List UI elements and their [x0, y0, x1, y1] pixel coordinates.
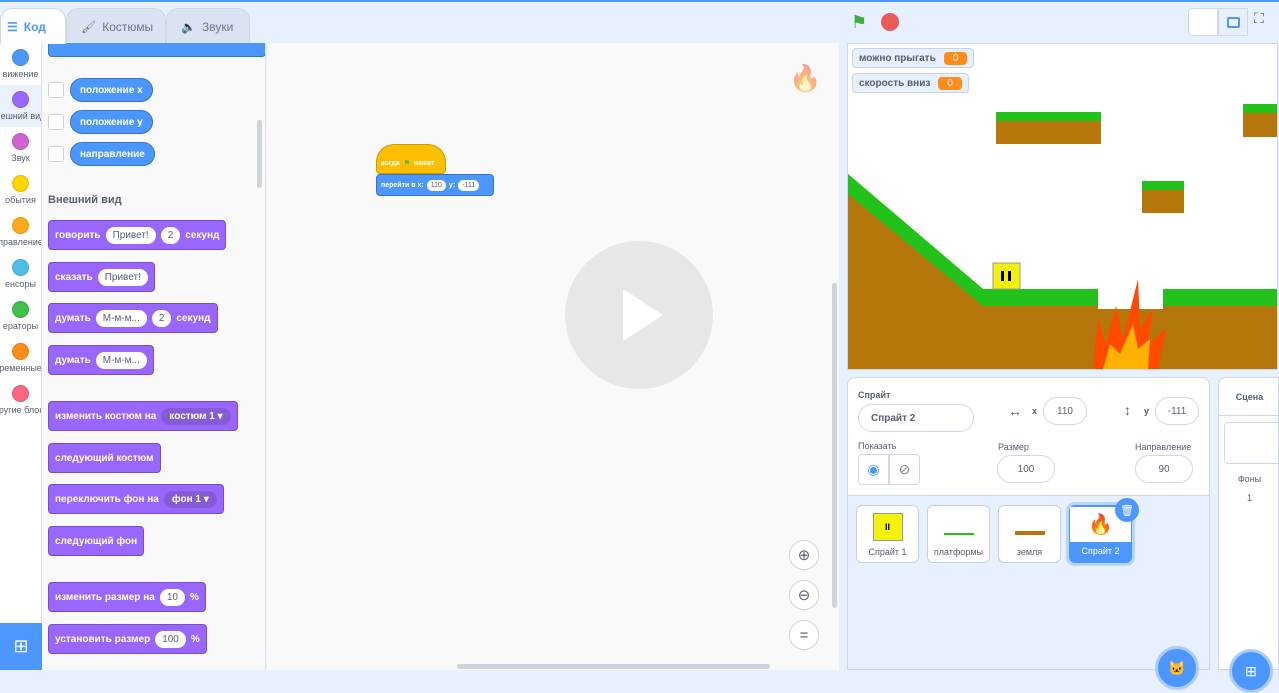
sprite-tile[interactable]: платформы [927, 505, 990, 563]
category-5[interactable]: енсоры [0, 253, 41, 295]
sprite-list: II Спрайт 1 платформы земля 🔥 Спрайт 2 🗑 🐱 [847, 496, 1210, 690]
direction-input[interactable]: 90 [1135, 455, 1193, 483]
sprite-name-input[interactable]: Спрайт 2 [858, 404, 974, 432]
y-input[interactable]: -111 [1155, 397, 1199, 425]
y-position-checkbox[interactable] [48, 114, 64, 130]
switch-costume-block[interactable]: изменить костюм на костюм 1 ▾ [48, 401, 238, 431]
switch-backdrop-block[interactable]: переключить фон на фон 1 ▾ [48, 484, 224, 514]
normal-stage-button[interactable] [1218, 8, 1248, 36]
code-area[interactable]: когда ⚑ нажат перейти в x: 110 y: -111 🔥 ⊕ ⊖ … [267, 43, 839, 670]
direction-checkbox[interactable] [48, 146, 64, 162]
palette-scrollbar[interactable] [257, 120, 262, 188]
think-for-secs-block[interactable]: думать М-м-м... 2 секунд [48, 303, 218, 333]
category-0[interactable]: вижение [0, 43, 41, 85]
sprite-thumbnail: II [872, 513, 903, 541]
stage-canvas[interactable]: можно прыгать 0 скорость вниз 0 [847, 43, 1278, 370]
horizontal-scrollbar[interactable] [457, 664, 770, 669]
sprite-tile[interactable]: земля [998, 505, 1061, 563]
category-dot-icon [12, 259, 29, 276]
size-input[interactable]: 100 [997, 455, 1055, 483]
category-8[interactable]: Другие блоки [0, 379, 41, 421]
next-backdrop-block[interactable]: следующий фон [48, 526, 145, 556]
x-position-reporter[interactable]: положение x [70, 78, 153, 102]
sprite-thumbnail [1014, 521, 1045, 535]
hide-eye-button[interactable]: ⊘ [889, 454, 920, 485]
choose-backdrop-button[interactable]: ⊞ [1229, 649, 1273, 693]
motion-block-partial[interactable] [48, 43, 265, 57]
category-3[interactable]: обытия [0, 169, 41, 211]
when-flag-clicked-block[interactable]: когда ⚑ нажат [376, 144, 446, 174]
go-to-xy-block[interactable]: перейти в x: 110 y: -111 [376, 174, 494, 196]
category-2[interactable]: Звук [0, 127, 41, 169]
stop-button[interactable] [881, 13, 899, 31]
zoom-in-button[interactable]: ⊕ [789, 540, 819, 570]
x-arrows-icon: ↔ [1008, 403, 1022, 419]
top-bar [0, 0, 1279, 2]
next-costume-block[interactable]: следующий костюм [48, 443, 161, 473]
category-1[interactable]: нешний вид [0, 85, 41, 127]
tab-sounds[interactable]: 🔈 Звуки [166, 8, 250, 44]
fullscreen-button[interactable]: ⛶ [1254, 10, 1264, 27]
zoom-out-button[interactable]: ⊖ [789, 580, 819, 610]
play-overlay-icon [565, 241, 713, 389]
category-7[interactable]: ременные [0, 337, 41, 379]
category-6[interactable]: ераторы [0, 295, 41, 337]
brush-icon: 🖌 [81, 19, 97, 34]
change-size-block[interactable]: изменить размер на 10% [48, 582, 206, 612]
variable-monitor-fall-speed[interactable]: скорость вниз 0 [852, 73, 969, 93]
direction-reporter[interactable]: направление [70, 142, 155, 166]
stage-thumbnail[interactable] [1224, 422, 1279, 464]
zoom-reset-button[interactable]: = [789, 620, 819, 650]
code-icon: ☰ [7, 19, 18, 34]
add-extension-button[interactable]: ⊞ [0, 623, 42, 670]
category-dot-icon [12, 343, 29, 360]
player-sprite [992, 262, 1021, 290]
tab-costumes[interactable]: 🖌 Костюмы [66, 8, 166, 44]
y-position-reporter[interactable]: положение y [70, 110, 153, 134]
category-dot-icon [12, 91, 29, 108]
category-dot-icon [12, 49, 29, 66]
block-palette: положение x положение y направление Внеш… [42, 43, 266, 670]
category-menu: вижениенешний видЗвукобытияправлениеенсо… [0, 43, 42, 623]
category-dot-icon [12, 175, 29, 192]
stage-title: Сцена [1219, 378, 1279, 416]
sprite-thumbnail [943, 521, 974, 535]
choose-sprite-button[interactable]: 🐱 [1155, 646, 1199, 690]
think-block[interactable]: думать М-м-м... [48, 345, 154, 375]
sprite-tile[interactable]: II Спрайт 1 [856, 505, 919, 563]
delete-sprite-button[interactable]: 🗑 [1115, 498, 1139, 522]
category-dot-icon [12, 301, 29, 318]
category-dot-icon [12, 385, 29, 402]
sprite-label: Спрайт [858, 390, 891, 400]
show-eye-button[interactable]: ◉ [858, 454, 889, 485]
speaker-icon: 🔈 [181, 19, 196, 34]
y-arrows-icon: ↕ [1124, 402, 1131, 418]
category-dot-icon [12, 217, 29, 234]
sprite-thumbnail-icon: 🔥 [789, 63, 822, 93]
say-block[interactable]: сказать Привет! [48, 262, 155, 292]
green-flag-icon: ⚑ [403, 160, 410, 167]
vertical-scrollbar[interactable] [832, 283, 837, 608]
green-flag-button[interactable]: ⚑ [851, 12, 871, 32]
stage-panel[interactable]: Сцена Фоны 1 ⊞ [1218, 377, 1279, 693]
set-size-block[interactable]: установить размер 100% [48, 624, 207, 654]
sprite-info-panel: Спрайт Спрайт 2 ↔ x 110 ↕ y -111 Показат… [847, 377, 1210, 496]
category-4[interactable]: правление [0, 211, 41, 253]
x-position-checkbox[interactable] [48, 82, 64, 98]
tab-code[interactable]: ☰ Код [0, 8, 66, 44]
x-input[interactable]: 110 [1043, 397, 1087, 425]
small-stage-button[interactable] [1188, 8, 1218, 36]
category-dot-icon [12, 133, 29, 150]
variable-monitor-can-jump[interactable]: можно прыгать 0 [852, 48, 975, 68]
looks-heading: Внешний вид [48, 194, 122, 206]
say-for-secs-block[interactable]: говорить Привет! 2 секунд [48, 220, 227, 250]
